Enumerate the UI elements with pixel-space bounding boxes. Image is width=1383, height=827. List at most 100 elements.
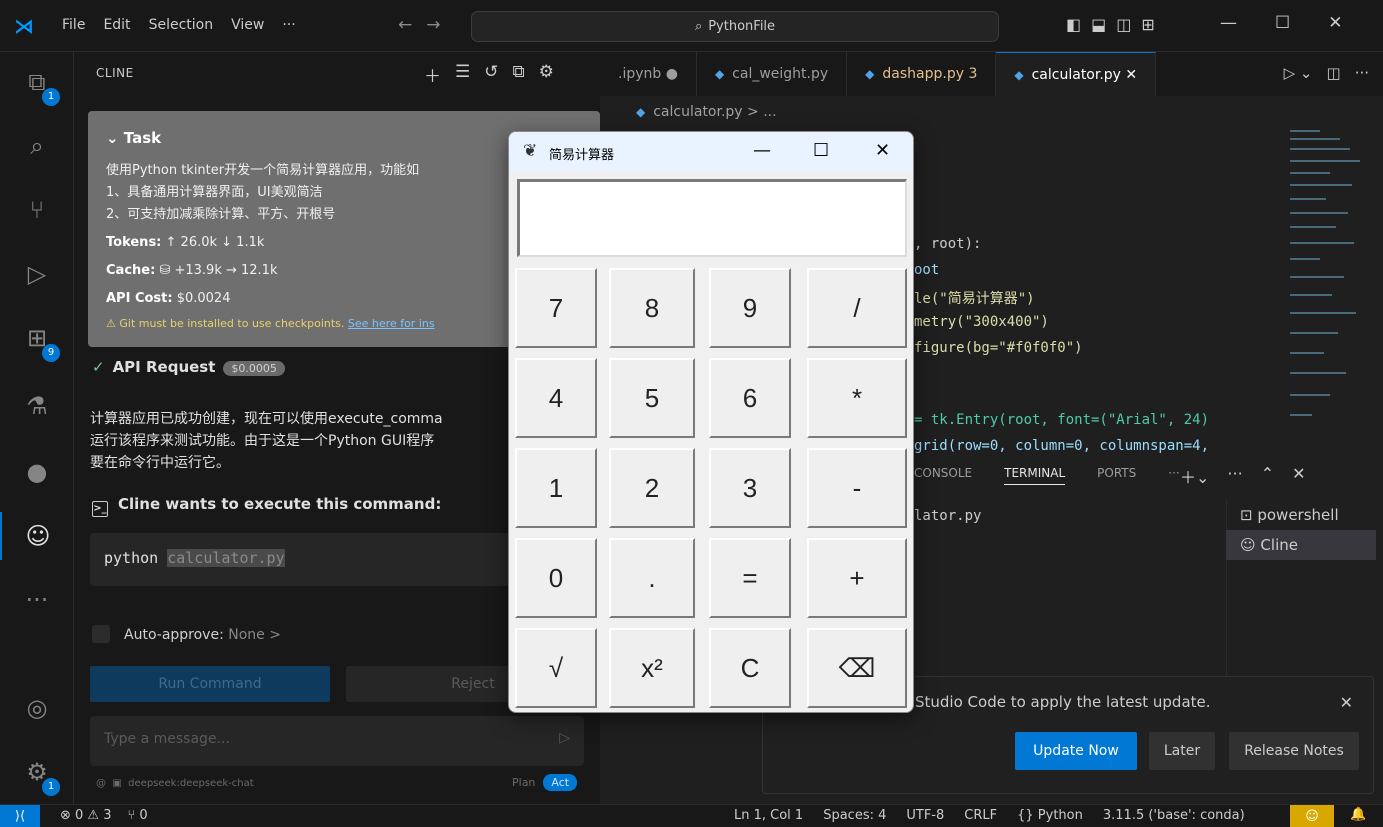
warning-link[interactable]: See here for ins bbox=[348, 317, 435, 330]
key-square[interactable]: x² bbox=[609, 628, 695, 708]
key-2[interactable]: 2 bbox=[609, 448, 695, 528]
menu-edit[interactable]: Edit bbox=[103, 17, 130, 33]
extensions-icon[interactable]: ⊞ 9 bbox=[0, 314, 74, 362]
toggle-panel-icon[interactable]: ⬓ bbox=[1091, 15, 1106, 34]
copilot-icon[interactable]: ☺ bbox=[1290, 805, 1334, 827]
maximize-button[interactable]: ☐ bbox=[1275, 13, 1290, 33]
new-terminal-icon[interactable]: ＋⌄ bbox=[1180, 464, 1209, 488]
close-panel-icon[interactable]: ✕ bbox=[1292, 464, 1305, 488]
terminal-item-powershell[interactable]: ⊡ powershell bbox=[1226, 500, 1376, 530]
new-task-icon[interactable]: ＋ bbox=[424, 62, 441, 87]
tab-dashapp[interactable]: ◆ dashapp.py 3 bbox=[847, 52, 997, 96]
calc-minimize-button[interactable]: — bbox=[753, 140, 771, 161]
search-view-icon[interactable]: ⌕ bbox=[0, 122, 74, 170]
mcp-servers-icon[interactable]: ☰ bbox=[455, 62, 470, 87]
manage-gear-icon[interactable]: ⚙ 1 bbox=[0, 748, 74, 796]
history-icon[interactable]: ↺ bbox=[484, 62, 498, 87]
act-mode-button[interactable]: Act bbox=[543, 774, 578, 791]
task-title[interactable]: ⌄ Task bbox=[106, 129, 161, 147]
key-equals[interactable]: = bbox=[709, 538, 791, 618]
panel-more-icon[interactable]: ··· bbox=[1168, 466, 1179, 485]
key-8[interactable]: 8 bbox=[609, 268, 695, 348]
python-interpreter[interactable]: 3.11.5 ('base': conda) bbox=[1103, 808, 1245, 823]
terminal-item-cline[interactable]: ☺ Cline bbox=[1226, 530, 1376, 560]
source-control-icon[interactable]: ⑂ bbox=[0, 186, 74, 234]
model-selector[interactable]: deepseek:deepseek-chat bbox=[128, 778, 253, 789]
cline-icon[interactable]: ☺ bbox=[0, 512, 74, 560]
calculator-titlebar[interactable]: ❦ 简易计算器 — ☐ ✕ bbox=[509, 132, 913, 172]
send-icon[interactable]: ▷ bbox=[559, 730, 570, 746]
key-0[interactable]: 0 bbox=[515, 538, 597, 618]
image-icon[interactable]: ▣ bbox=[112, 778, 121, 789]
update-now-button[interactable]: Update Now bbox=[1015, 732, 1137, 770]
key-subtract[interactable]: - bbox=[807, 448, 907, 528]
close-button[interactable]: ✕ bbox=[1328, 13, 1342, 33]
notification-close-icon[interactable]: ✕ bbox=[1340, 693, 1353, 712]
terminal-output[interactable]: lator.py bbox=[914, 508, 981, 524]
remote-icon[interactable]: ⟩⟨ bbox=[0, 805, 40, 827]
plan-mode-button[interactable]: Plan bbox=[504, 774, 543, 791]
tab-console[interactable]: CONSOLE bbox=[914, 466, 972, 485]
menu-view[interactable]: View bbox=[231, 17, 264, 33]
menu-file[interactable]: File bbox=[62, 17, 85, 33]
split-editor-icon[interactable]: ◫ bbox=[1327, 64, 1341, 82]
menu-selection[interactable]: Selection bbox=[149, 17, 214, 33]
key-divide[interactable]: / bbox=[807, 268, 907, 348]
maximize-panel-icon[interactable]: ⌃ bbox=[1261, 464, 1274, 488]
tab-ports[interactable]: PORTS bbox=[1097, 466, 1136, 485]
context-icon[interactable]: @ bbox=[96, 778, 106, 789]
menu-more[interactable]: ··· bbox=[282, 17, 295, 33]
panel-overflow-icon[interactable]: ··· bbox=[1227, 464, 1242, 488]
toggle-sidebar-icon[interactable]: ◧ bbox=[1066, 15, 1081, 34]
tab-calculator[interactable]: ◆ calculator.py ✕ bbox=[996, 52, 1157, 96]
key-6[interactable]: 6 bbox=[709, 358, 791, 438]
key-7[interactable]: 7 bbox=[515, 268, 597, 348]
tab-terminal[interactable]: TERMINAL bbox=[1004, 466, 1066, 485]
later-button[interactable]: Later bbox=[1149, 732, 1215, 770]
minimize-button[interactable]: — bbox=[1220, 13, 1237, 33]
command-center-search[interactable]: ⌕ PythonFile bbox=[471, 11, 999, 42]
encoding[interactable]: UTF-8 bbox=[906, 808, 944, 823]
more-actions-icon[interactable]: ··· bbox=[1355, 64, 1369, 82]
calc-maximize-button[interactable]: ☐ bbox=[813, 140, 829, 161]
message-input[interactable]: Type a message... ▷ bbox=[90, 716, 584, 766]
calc-close-button[interactable]: ✕ bbox=[875, 140, 890, 161]
explorer-icon[interactable]: ⧉ 1 bbox=[0, 58, 74, 106]
key-3[interactable]: 3 bbox=[709, 448, 791, 528]
tab-ipynb[interactable]: .ipynb ● bbox=[600, 52, 697, 96]
key-5[interactable]: 5 bbox=[609, 358, 695, 438]
auto-approve-row[interactable]: Auto-approve: None > bbox=[92, 625, 281, 643]
settings-gear-icon[interactable]: ⚙ bbox=[539, 62, 554, 87]
tab-cal-weight[interactable]: ◆ cal_weight.py bbox=[697, 52, 848, 96]
key-9[interactable]: 9 bbox=[709, 268, 791, 348]
key-multiply[interactable]: * bbox=[807, 358, 907, 438]
breadcrumb[interactable]: ◆ calculator.py > ... bbox=[636, 104, 777, 120]
language-mode[interactable]: {} Python bbox=[1017, 808, 1083, 823]
python-icon[interactable]: ● bbox=[0, 448, 74, 496]
key-backspace[interactable]: ⌫ bbox=[807, 628, 907, 708]
toggle-secondary-sidebar-icon[interactable]: ◫ bbox=[1116, 15, 1131, 34]
run-debug-icon[interactable]: ▷ bbox=[0, 250, 74, 298]
notifications-bell-icon[interactable]: 🔔 bbox=[1350, 807, 1366, 822]
key-sqrt[interactable]: √ bbox=[515, 628, 597, 708]
line-endings[interactable]: CRLF bbox=[964, 808, 997, 823]
auto-approve-checkbox[interactable] bbox=[92, 625, 110, 643]
testing-icon[interactable]: ⚗ bbox=[0, 382, 74, 430]
calculator-display[interactable] bbox=[517, 179, 907, 257]
key-add[interactable]: + bbox=[807, 538, 907, 618]
minimap[interactable] bbox=[1290, 126, 1366, 426]
run-file-icon[interactable]: ▷ ⌄ bbox=[1284, 64, 1313, 82]
api-request-row[interactable]: ✓ API Request $0.0005 bbox=[92, 358, 285, 376]
indentation[interactable]: Spaces: 4 bbox=[823, 808, 886, 823]
key-decimal[interactable]: . bbox=[609, 538, 695, 618]
key-1[interactable]: 1 bbox=[515, 448, 597, 528]
cursor-position[interactable]: Ln 1, Col 1 bbox=[734, 808, 803, 823]
key-clear[interactable]: C bbox=[709, 628, 791, 708]
run-command-button[interactable]: Run Command bbox=[90, 666, 330, 702]
more-views-icon[interactable]: ··· bbox=[0, 576, 74, 624]
forward-arrow-icon[interactable]: → bbox=[426, 15, 440, 35]
back-arrow-icon[interactable]: ← bbox=[398, 15, 412, 35]
account-icon[interactable]: ◎ bbox=[0, 684, 74, 732]
release-notes-button[interactable]: Release Notes bbox=[1229, 732, 1359, 770]
customize-layout-icon[interactable]: ⊞ bbox=[1141, 15, 1154, 34]
